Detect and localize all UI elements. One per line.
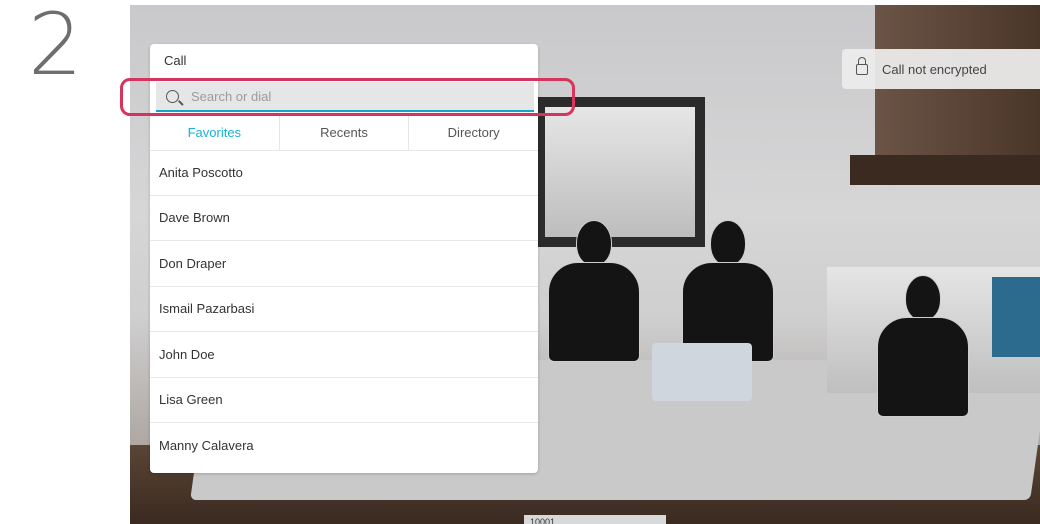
shelf (850, 155, 1040, 185)
contact-list: Anita Poscotto Dave Brown Don Draper Ism… (150, 150, 538, 469)
contact-row[interactable]: Lisa Green (150, 378, 538, 423)
contact-row[interactable]: Manny Calavera (150, 423, 538, 469)
self-view[interactable] (827, 267, 1040, 417)
panel-title: Call (164, 53, 187, 68)
contact-row[interactable]: Don Draper (150, 241, 538, 287)
unlocked-padlock-icon (856, 57, 868, 75)
tab-favorites[interactable]: Favorites (150, 116, 280, 150)
contact-row[interactable]: Dave Brown (150, 196, 538, 241)
contact-row[interactable]: Anita Poscotto (150, 150, 538, 196)
search-highlight-frame (120, 78, 575, 116)
contact-row[interactable]: John Doe (150, 332, 538, 378)
wood-panel (875, 5, 1040, 175)
tab-recents[interactable]: Recents (280, 116, 410, 150)
step-number: 2 (28, 0, 83, 95)
tab-directory[interactable]: Directory (409, 116, 538, 150)
participant-silhouette (548, 220, 640, 362)
laptop (652, 343, 752, 401)
self-view-silhouette (877, 275, 969, 417)
encryption-status: Call not encrypted (842, 49, 1040, 89)
encryption-status-text: Call not encrypted (882, 61, 987, 77)
camera-label: 10001 (524, 515, 666, 524)
contact-row[interactable]: Ismail Pazarbasi (150, 287, 538, 332)
tab-bar: Favorites Recents Directory (150, 116, 538, 151)
participant-silhouette (682, 220, 774, 362)
